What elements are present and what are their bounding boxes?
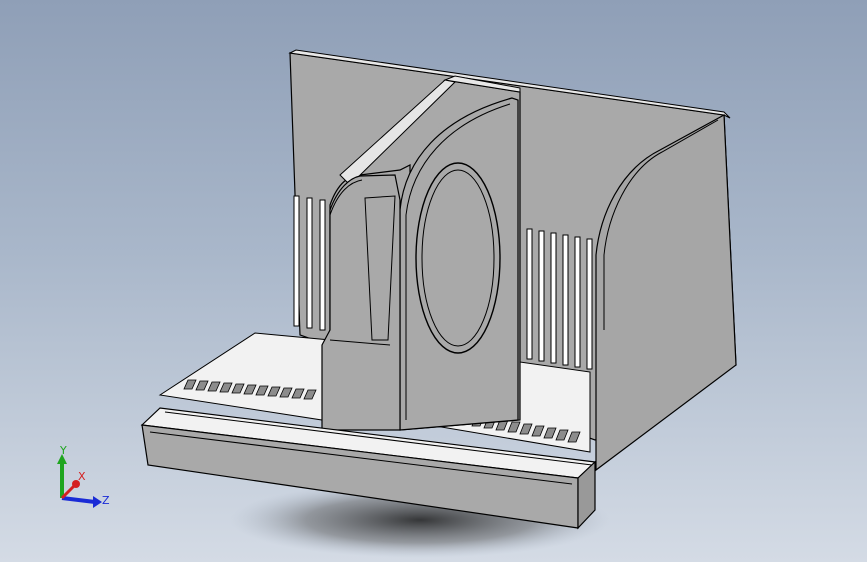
z-axis-label: Z [102,494,110,507]
3d-model-view[interactable] [0,0,867,562]
coordinate-triad[interactable]: Y X Z [40,440,120,520]
graphics-viewport[interactable]: Y X Z [0,0,867,562]
y-axis-label: Y [59,444,67,457]
left-floor-panel[interactable] [158,332,331,421]
blade-disc[interactable] [415,162,501,354]
z-axis-arrowhead [93,496,102,508]
left-vent-slots [293,195,326,331]
x-axis-label: X [78,470,86,483]
z-axis-arrow [61,496,96,504]
